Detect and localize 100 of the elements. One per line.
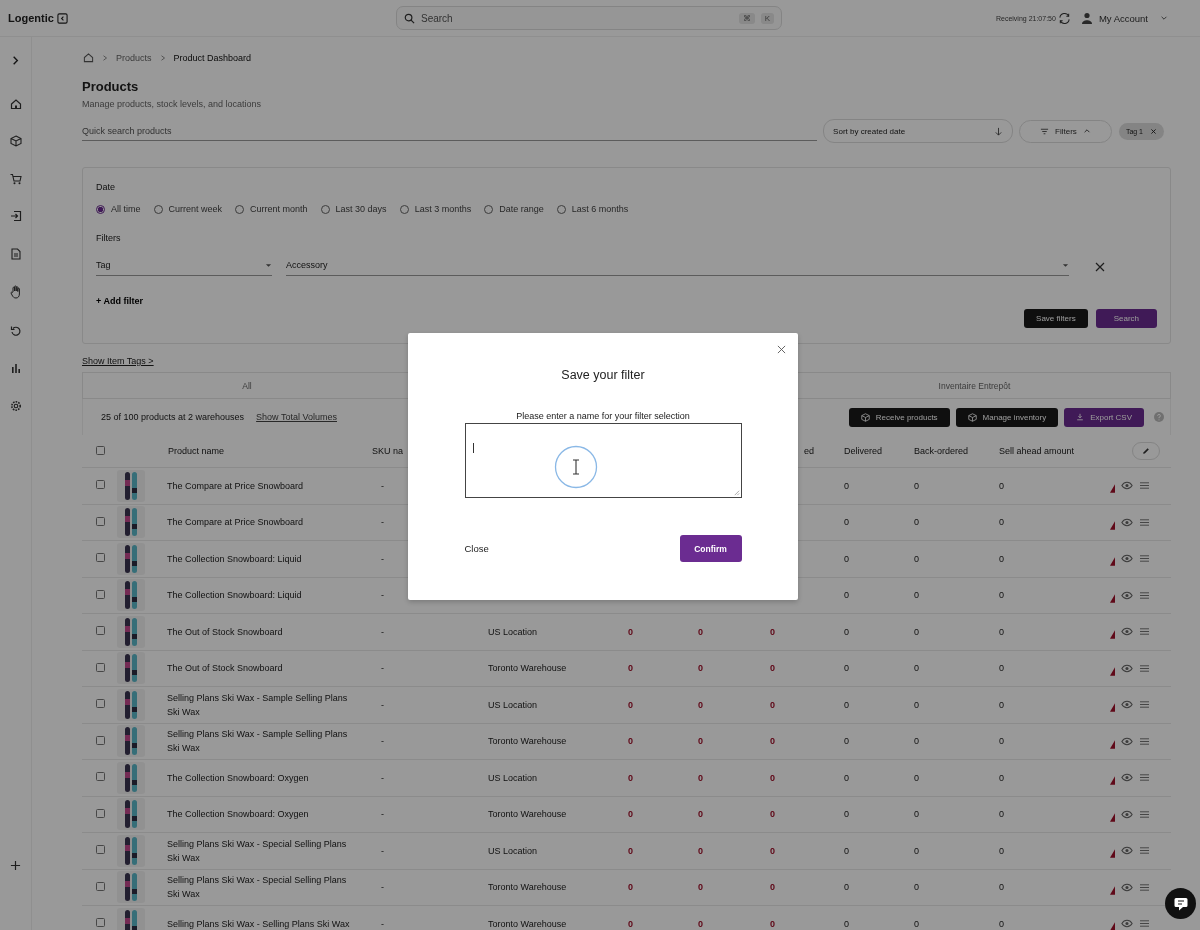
table-cell: 0 <box>628 626 633 637</box>
filters-toggle[interactable]: Filters <box>1019 119 1112 143</box>
menu-icon[interactable] <box>1139 590 1150 600</box>
menu-icon[interactable] <box>1139 882 1150 892</box>
product-name: The Out of Stock Snowboard <box>166 662 284 676</box>
column-header[interactable]: Delivered <box>836 446 906 456</box>
eye-icon[interactable] <box>1121 846 1133 856</box>
close-icon[interactable] <box>1150 127 1157 135</box>
settings-icon[interactable] <box>9 399 22 412</box>
table-cell: 0 <box>698 736 703 747</box>
home-icon[interactable] <box>9 97 22 110</box>
checkbox[interactable] <box>96 662 105 672</box>
edit-columns-button[interactable] <box>1132 442 1160 460</box>
breadcrumb-link[interactable]: Product Dashboard <box>173 52 252 63</box>
checkbox[interactable] <box>96 735 105 745</box>
menu-icon[interactable] <box>1139 627 1150 637</box>
sort-select[interactable]: Sort by created date <box>823 119 1014 143</box>
value-select[interactable]: Accessory <box>286 258 1069 276</box>
checkbox[interactable] <box>96 626 105 636</box>
undo-icon[interactable] <box>9 324 22 337</box>
quick-search-field[interactable]: Quick search products <box>82 121 818 141</box>
add-filter-button[interactable]: + Add filter <box>96 296 143 306</box>
box-icon <box>860 412 870 422</box>
plus-icon[interactable] <box>10 860 21 871</box>
radio-option[interactable]: Last 6 months <box>556 204 629 214</box>
cart-icon[interactable] <box>9 172 22 185</box>
box-icon[interactable] <box>9 135 22 147</box>
tab[interactable]: All <box>83 373 411 398</box>
eye-icon[interactable] <box>1121 773 1133 783</box>
export-csv-button[interactable]: Export CSV <box>1064 407 1144 427</box>
search-button[interactable]: Search <box>1095 309 1157 328</box>
column-header[interactable]: Sell ahead amount <box>991 446 1110 456</box>
radio-option[interactable]: Current month <box>235 204 308 214</box>
expand-icon[interactable] <box>10 55 21 66</box>
menu-icon[interactable] <box>1139 809 1150 819</box>
menu-icon[interactable] <box>1139 846 1150 856</box>
checkbox[interactable] <box>96 699 105 709</box>
eye-icon[interactable] <box>1121 663 1133 673</box>
table-cell: 0 <box>628 918 633 929</box>
show-item-tags-link[interactable]: Show Item Tags > <box>82 356 154 366</box>
checkbox[interactable] <box>96 918 105 928</box>
column-header[interactable]: Product name <box>160 446 373 456</box>
eye-icon[interactable] <box>1121 554 1133 564</box>
checkbox[interactable] <box>96 516 105 526</box>
manage-inventory-button[interactable]: Manage inventory <box>955 407 1059 427</box>
checkbox[interactable] <box>96 881 105 891</box>
breadcrumb-link[interactable]: Products <box>116 52 152 63</box>
table-cell: 0 <box>770 809 775 820</box>
radio-option[interactable]: Last 3 months <box>399 204 472 214</box>
eye-icon[interactable] <box>1121 882 1133 892</box>
table-cell-text: - <box>380 553 385 564</box>
save-filters-button[interactable]: Save filters <box>1024 309 1088 328</box>
checkbox[interactable] <box>96 445 105 455</box>
account-menu[interactable]: My Account <box>1096 12 1156 24</box>
cursor-highlight-icon <box>553 445 598 489</box>
close-icon[interactable] <box>1095 262 1105 272</box>
eye-icon[interactable] <box>1121 590 1133 600</box>
menu-icon[interactable] <box>1139 663 1150 673</box>
radio-option[interactable]: Date range <box>484 204 544 214</box>
confirm-button[interactable]: Confirm <box>679 535 742 562</box>
close-icon[interactable] <box>777 345 786 354</box>
radio-option[interactable]: Last 30 days <box>320 204 387 214</box>
document-icon[interactable] <box>9 247 22 260</box>
eye-icon[interactable] <box>1121 481 1133 491</box>
resize-grip-icon[interactable] <box>732 489 740 496</box>
bar-chart-icon[interactable] <box>9 362 22 374</box>
menu-icon[interactable] <box>1139 700 1150 710</box>
product-name: The Collection Snowboard: Oxygen <box>166 771 310 785</box>
column-header[interactable]: Back-ordered <box>906 446 991 456</box>
table-cell-text: 0 <box>913 809 920 820</box>
filter-name-field[interactable] <box>464 423 742 498</box>
checkbox[interactable] <box>96 480 105 490</box>
eye-icon[interactable] <box>1121 627 1133 637</box>
menu-icon[interactable] <box>1139 481 1150 491</box>
menu-icon[interactable] <box>1139 736 1150 746</box>
checkbox[interactable] <box>96 553 105 563</box>
radio-option[interactable]: All time <box>96 204 141 214</box>
eye-icon[interactable] <box>1121 700 1133 710</box>
close-button[interactable]: Close <box>464 543 489 554</box>
eye-icon[interactable] <box>1121 517 1133 527</box>
collapse-icon[interactable] <box>56 12 68 24</box>
eye-icon[interactable] <box>1121 736 1133 746</box>
checkbox[interactable] <box>96 845 105 855</box>
menu-icon[interactable] <box>1139 773 1150 783</box>
receive-products-button[interactable]: Receive products <box>848 407 950 427</box>
menu-icon[interactable] <box>1139 517 1150 527</box>
chat-button[interactable] <box>1165 888 1196 919</box>
checkbox[interactable] <box>96 772 105 782</box>
checkbox[interactable] <box>96 589 105 599</box>
show-total-volumes-link[interactable]: Show Total Volumes <box>256 412 337 422</box>
radio-option[interactable]: Current week <box>153 204 223 214</box>
eye-icon[interactable] <box>1121 919 1133 929</box>
menu-icon[interactable] <box>1139 554 1150 564</box>
field-select[interactable]: Tag <box>96 258 272 276</box>
home-icon[interactable] <box>83 52 94 63</box>
checkbox[interactable] <box>96 808 105 818</box>
sign-in-icon[interactable] <box>9 210 22 222</box>
eye-icon[interactable] <box>1121 809 1133 819</box>
menu-icon[interactable] <box>1139 919 1150 929</box>
hand-icon[interactable] <box>9 285 22 299</box>
